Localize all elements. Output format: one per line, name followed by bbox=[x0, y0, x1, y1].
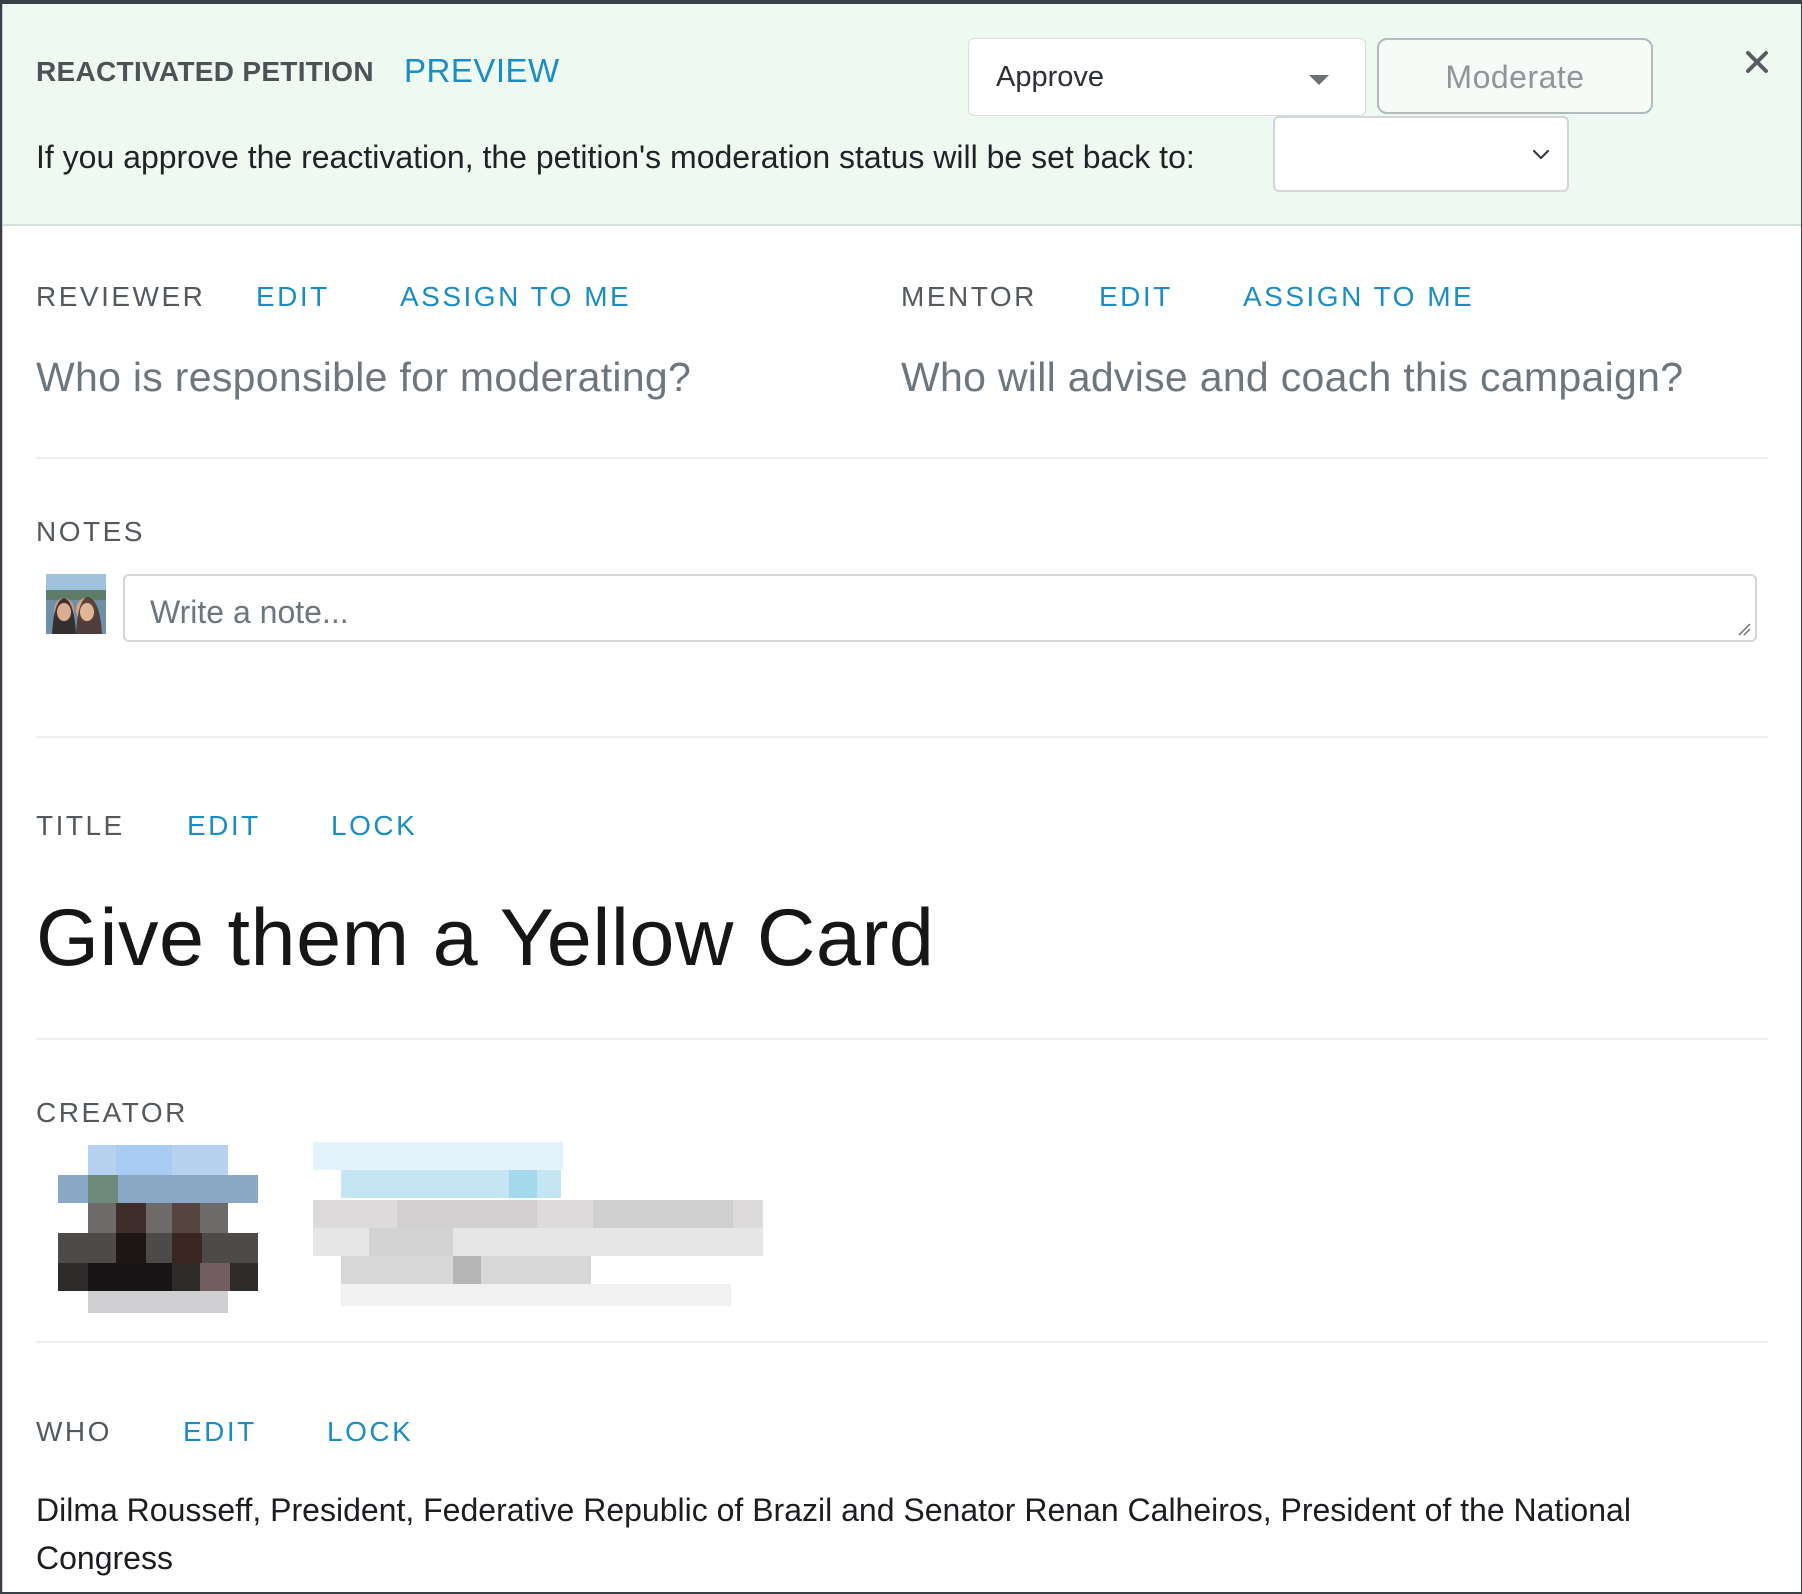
moderate-button[interactable]: Moderate bbox=[1377, 38, 1653, 114]
reviewer-placeholder[interactable]: Who is responsible for moderating? bbox=[36, 354, 691, 401]
petition-title: Give them a Yellow Card bbox=[36, 893, 935, 983]
resize-grip-icon[interactable] bbox=[1737, 622, 1751, 636]
divider bbox=[36, 1038, 1768, 1040]
chevron-down-icon bbox=[1532, 149, 1550, 160]
reactivation-message: If you approve the reactivation, the pet… bbox=[36, 139, 1195, 175]
note-placeholder: Write a note... bbox=[150, 594, 349, 630]
reviewer-edit-link[interactable]: EDIT bbox=[256, 281, 330, 313]
divider bbox=[36, 457, 1768, 459]
mentor-edit-link[interactable]: EDIT bbox=[1099, 281, 1173, 313]
reviewer-assign-link[interactable]: ASSIGN TO ME bbox=[400, 281, 631, 313]
reviewer-label: REVIEWER bbox=[36, 281, 206, 312]
mentor-placeholder[interactable]: Who will advise and coach this campaign? bbox=[901, 354, 1683, 401]
preview-link[interactable]: PREVIEW bbox=[404, 52, 560, 90]
avatar bbox=[46, 574, 106, 634]
title-lock-link[interactable]: LOCK bbox=[331, 810, 417, 842]
notes-label: NOTES bbox=[36, 516, 145, 547]
creator-label: CREATOR bbox=[36, 1097, 188, 1128]
who-edit-link[interactable]: EDIT bbox=[183, 1416, 257, 1448]
title-label: TITLE bbox=[36, 810, 125, 841]
mentor-assign-link[interactable]: ASSIGN TO ME bbox=[1243, 281, 1474, 313]
caret-down-icon bbox=[1309, 75, 1329, 85]
banner-title: REACTIVATED PETITION bbox=[36, 56, 374, 87]
divider bbox=[36, 736, 1768, 738]
decision-value: Approve bbox=[996, 61, 1105, 93]
creator-avatar bbox=[58, 1137, 258, 1313]
divider bbox=[36, 1341, 1768, 1343]
who-value: Dilma Rousseff, President, Federative Re… bbox=[36, 1492, 1631, 1576]
title-edit-link[interactable]: EDIT bbox=[187, 810, 261, 842]
status-select[interactable] bbox=[1273, 116, 1569, 192]
close-icon[interactable] bbox=[1741, 46, 1773, 78]
creator-info bbox=[313, 1142, 763, 1306]
moderation-modal: REACTIVATED PETITION PREVIEW Approve Mod… bbox=[2, 4, 1801, 1592]
reactivation-banner: REACTIVATED PETITION PREVIEW Approve Mod… bbox=[3, 4, 1801, 226]
decision-select[interactable]: Approve bbox=[968, 38, 1366, 116]
who-lock-link[interactable]: LOCK bbox=[327, 1416, 413, 1448]
who-label: WHO bbox=[36, 1416, 112, 1447]
mentor-label: MENTOR bbox=[901, 281, 1037, 312]
note-input[interactable]: Write a note... bbox=[123, 574, 1757, 642]
